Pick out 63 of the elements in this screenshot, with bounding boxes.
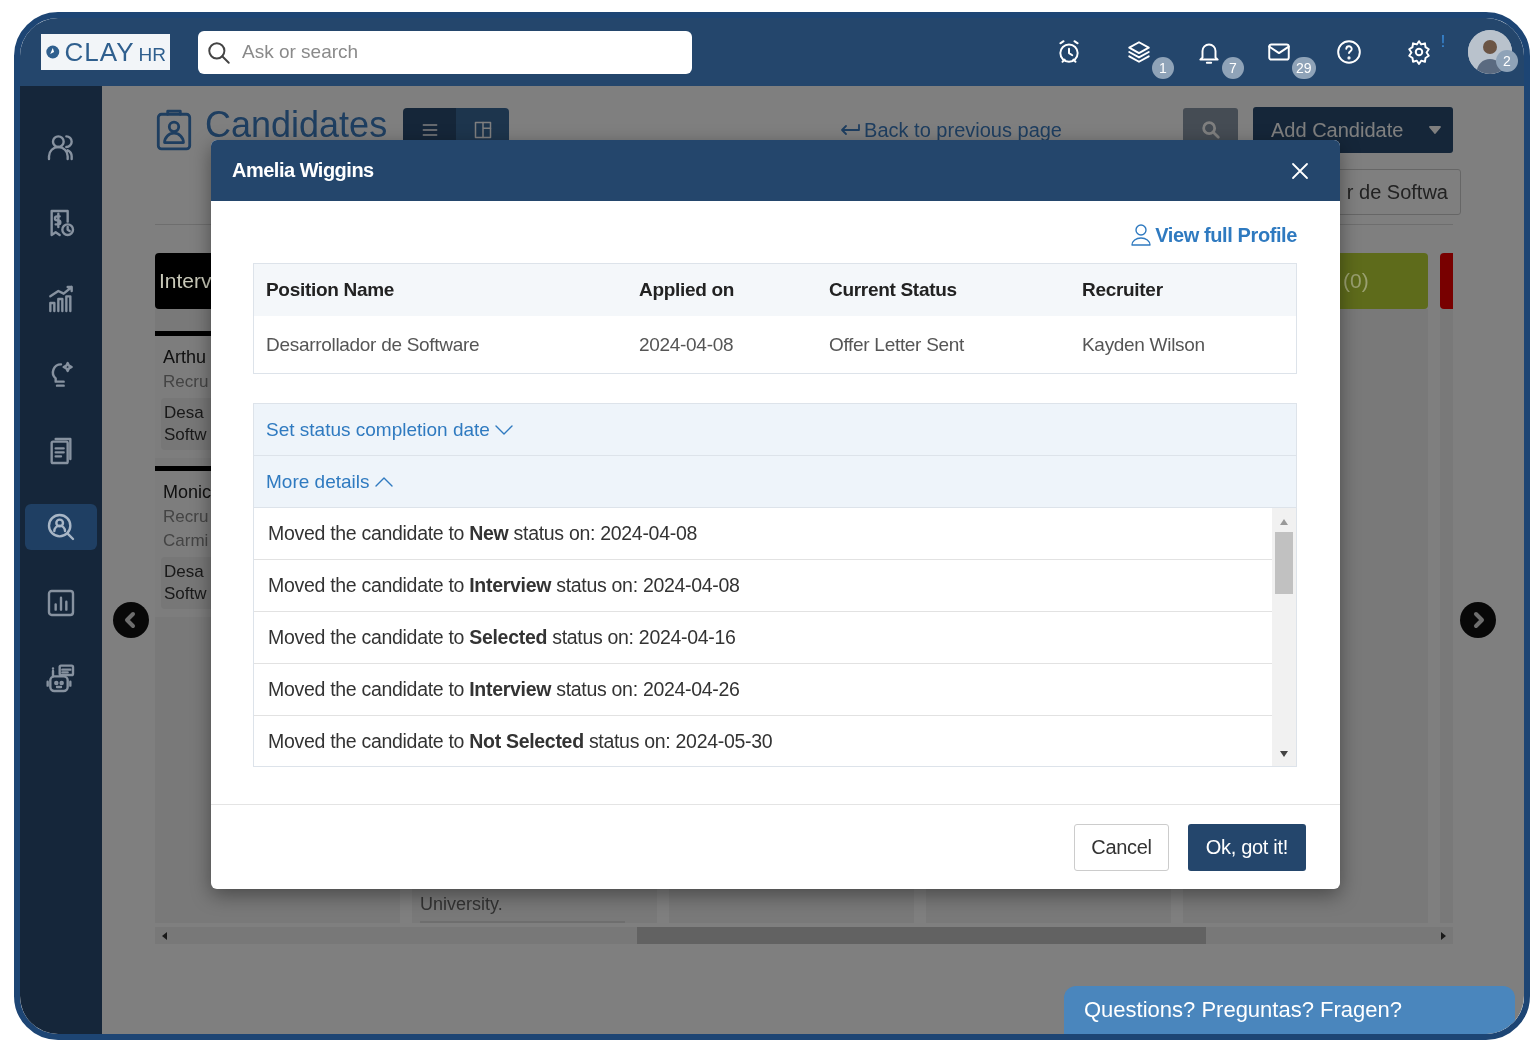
search-field[interactable]: Ask or search [198,30,692,74]
horizontal-scrollbar[interactable] [155,927,1453,944]
user-icon [1130,223,1153,247]
history-entry: Moved the candidate to Interview status on: 2024-04-08 [254,560,1272,612]
tag-text: Softw [164,583,207,605]
candidate-name: Arthu [162,346,207,369]
card-text: University. [420,894,625,923]
page-title: Candidates [205,107,388,143]
column-header: Applied on [639,279,736,301]
column-header: Recruiter [1082,279,1164,301]
card-detail: Recru [162,371,209,393]
alert-mark: ! [1439,32,1447,52]
logo-text: CLAY [64,36,135,68]
dialog-title: Amelia Wiggins [232,159,374,182]
history-entry: Moved the candidate to Interview status on: 2024-04-26 [254,664,1272,716]
next-button[interactable] [1460,602,1496,638]
column-header: Position Name [266,279,396,301]
view-profile-link[interactable]: View full Profile [1130,223,1297,247]
back-link[interactable]: Back to previous page [839,118,1062,142]
candidate-name: Monic [162,481,211,504]
settings-icon[interactable] [1406,39,1432,65]
table-cell-text: 2024-04-08 [639,333,735,356]
search-icon [206,39,232,66]
scrollbar-thumb[interactable] [1275,532,1293,594]
board-icon [472,120,493,140]
table-cell-text: Offer Letter Sent [829,333,966,356]
chat-button[interactable]: Questions? Preguntas? Fragen? [1064,986,1515,1034]
tag-text: Desa [164,561,204,583]
history-entry: Moved the candidate to New status on: 2024-04-08 [254,508,1272,560]
caret-icon [1429,126,1441,134]
clipboard-person-icon [155,108,193,152]
history-entry: Moved the candidate to Selected status on: 2024-04-16 [254,612,1272,664]
section-toggle[interactable]: Set status completion date [254,404,1296,456]
card-detail: Recru [162,506,209,528]
count-badge: 1 [1152,57,1174,79]
robot-icon[interactable] [45,663,77,695]
card-detail: Carmi [162,530,209,552]
cancel-button[interactable]: Cancel [1074,823,1169,871]
count-badge: 2 [1496,50,1518,72]
tag-text: Softw [164,424,207,446]
count-badge: 7 [1222,57,1244,79]
scroll-down-icon[interactable] [1279,750,1289,758]
scrollbar[interactable] [1272,508,1296,766]
alarm-clock-icon[interactable] [1056,39,1082,65]
help-icon[interactable] [1336,39,1362,65]
return-arrow-icon [839,122,862,138]
candidate-search-icon[interactable] [45,511,77,543]
scrollbar-thumb[interactable] [637,927,1206,944]
nav-item[interactable] [25,504,97,550]
column-header: Current Status [829,279,958,301]
table-cell-text: Kayden Wilson [1082,333,1206,356]
section-toggle[interactable]: More details [254,456,1296,508]
scroll-left-icon[interactable] [160,930,170,941]
previous-button[interactable] [113,602,149,638]
bar-chart-icon[interactable] [45,587,77,619]
tag-text: Desa [164,402,204,424]
table-cell-text: Desarrollador de Software [266,333,481,356]
search-icon [1199,119,1222,141]
count-badge: 29 [1292,57,1316,79]
scroll-right-icon[interactable] [1438,930,1448,941]
layers-icon[interactable] [1126,39,1152,65]
confirm-button[interactable]: Ok, got it! [1187,823,1306,871]
logo-subtext: HR [138,44,166,66]
